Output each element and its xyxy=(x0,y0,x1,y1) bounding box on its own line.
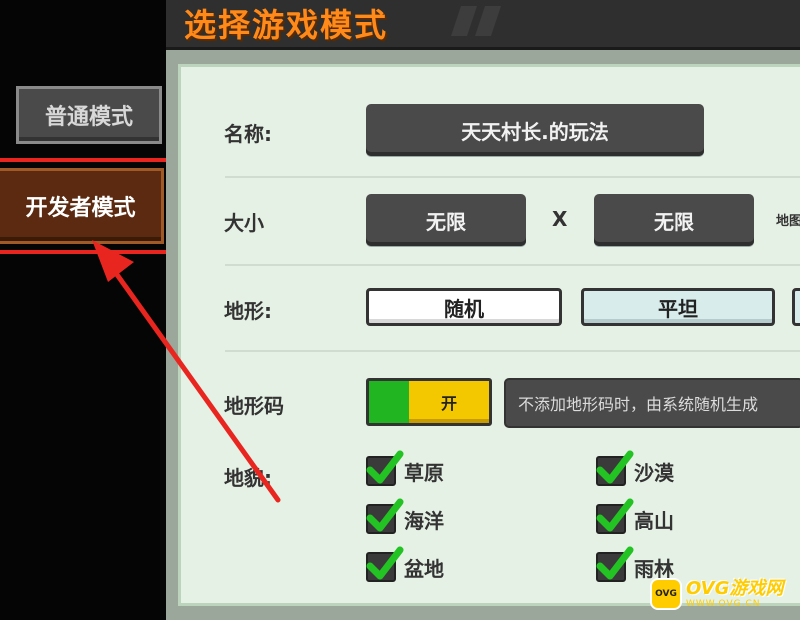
landform-checkbox-grassland[interactable]: 草原 xyxy=(366,450,444,488)
size-width-field[interactable]: 无限 xyxy=(366,194,526,246)
normal-mode-button[interactable]: 普通模式 xyxy=(16,86,162,144)
checkbox xyxy=(596,546,634,582)
watermark-main-text: OVG游戏网 xyxy=(686,578,784,599)
watermark-sub-text: WWW.OVG.CN xyxy=(686,599,761,609)
terrain-flat-button[interactable]: 平坦 xyxy=(581,288,775,326)
size-label: 大小 xyxy=(224,211,264,235)
checkmark-icon xyxy=(366,498,404,532)
size-separator: X xyxy=(552,207,568,231)
divider xyxy=(225,176,800,178)
size-edge-text: 地图 xyxy=(776,214,800,229)
checkbox xyxy=(596,450,634,486)
divider xyxy=(225,350,800,352)
landform-checkbox-basin[interactable]: 盆地 xyxy=(366,546,444,584)
developer-mode-button[interactable]: 开发者模式 xyxy=(0,168,164,244)
toggle-on-label: 开 xyxy=(409,381,489,423)
header-stripe-decoration xyxy=(451,6,501,36)
header-bar: 选择游戏模式 xyxy=(166,0,800,50)
toggle-on-indicator xyxy=(369,381,409,423)
name-label: 名称: xyxy=(224,122,272,146)
watermark-logo-icon: OVG xyxy=(650,578,682,610)
checkbox xyxy=(596,498,634,534)
terrain-code-toggle[interactable]: 开 xyxy=(366,378,492,426)
checkbox-label: 高山 xyxy=(634,508,674,533)
checkmark-icon xyxy=(366,450,404,484)
checkbox-label: 盆地 xyxy=(404,556,444,581)
terrain-more-button[interactable] xyxy=(792,288,800,326)
checkbox-label: 草原 xyxy=(404,460,444,485)
terrain-code-input[interactable]: 不添加地形码时，由系统随机生成 xyxy=(504,378,800,428)
checkbox-label: 海洋 xyxy=(404,508,444,533)
checkmark-icon xyxy=(366,546,404,580)
site-watermark: OVG OVG游戏网 WWW.OVG.CN xyxy=(650,576,783,612)
terrain-random-button[interactable]: 随机 xyxy=(366,288,562,326)
checkbox xyxy=(366,546,404,582)
terrain-label: 地形: xyxy=(224,299,272,323)
checkbox xyxy=(366,450,404,486)
size-height-field[interactable]: 无限 xyxy=(594,194,754,246)
landform-checkbox-ocean[interactable]: 海洋 xyxy=(366,498,444,536)
name-field[interactable]: 天天村长.的玩法 xyxy=(366,104,704,156)
terrain-code-label: 地形码 xyxy=(224,394,284,418)
checkbox xyxy=(366,498,404,534)
landform-checkbox-mountain[interactable]: 高山 xyxy=(596,498,674,536)
divider xyxy=(225,264,800,266)
checkmark-icon xyxy=(596,498,634,532)
landform-checkbox-desert[interactable]: 沙漠 xyxy=(596,450,674,488)
landform-label: 地貌: xyxy=(224,466,272,490)
page-title: 选择游戏模式 xyxy=(184,6,389,44)
checkmark-icon xyxy=(596,450,634,484)
checkbox-label: 沙漠 xyxy=(634,460,674,485)
checkmark-icon xyxy=(596,546,634,580)
